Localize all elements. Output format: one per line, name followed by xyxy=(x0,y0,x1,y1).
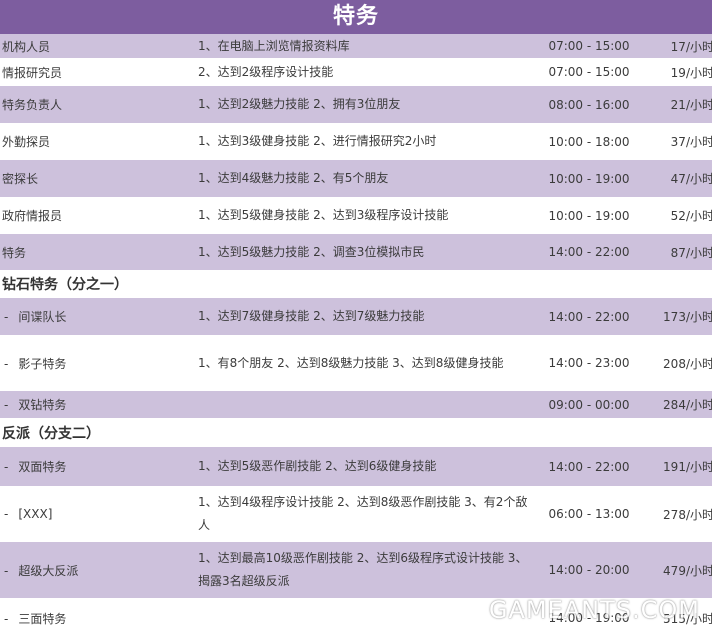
branch-title: 反派（分支二） xyxy=(0,418,712,447)
career-name: 外勤探员 xyxy=(0,123,198,160)
table-row: 机构人员 1、在电脑上浏览情报资料库 07:00 - 15:00 17/小时 xyxy=(0,34,712,58)
career-hours: 10:00 - 19:00 xyxy=(534,160,644,197)
dash-marker: - xyxy=(4,310,9,324)
career-hours: 08:00 - 16:00 xyxy=(534,86,644,123)
career-name: - 双钻特务 xyxy=(0,391,198,418)
table-row: 政府情报员 1、达到5级健身技能 2、达到3级程序设计技能 10:00 - 19… xyxy=(0,197,712,234)
career-pay: 479/小时 xyxy=(644,542,712,598)
career-name: - 间谍队长 xyxy=(0,298,198,335)
career-requirement: 1、有8个朋友 2、达到8级魅力技能 3、达到8级健身技能 xyxy=(198,335,534,391)
dash-marker: - xyxy=(4,563,9,578)
career-name: 情报研究员 xyxy=(0,58,198,86)
table-row: - 影子特务 1、有8个朋友 2、达到8级魅力技能 3、达到8级健身技能 14:0… xyxy=(0,335,712,391)
career-requirement: 2、达到2级程序设计技能 xyxy=(198,58,534,86)
career-name: - [XXX] xyxy=(0,486,198,542)
branch-heading-row: 反派（分支二） xyxy=(0,418,712,447)
page-title: 特务 xyxy=(0,0,712,34)
career-requirement xyxy=(198,598,534,638)
career-pay: 191/小时 xyxy=(644,447,712,486)
branch-heading-row: 钻石特务（分之一） xyxy=(0,270,712,298)
career-pay: 19/小时 xyxy=(644,58,712,86)
career-requirement: 1、达到5级恶作剧技能 2、达到6级健身技能 xyxy=(198,447,534,486)
career-pay: 21/小时 xyxy=(644,86,712,123)
career-pay: 278/小时 xyxy=(644,486,712,542)
dash-marker: - xyxy=(4,356,9,371)
table-row: 密探长 1、达到4级魅力技能 2、有5个朋友 10:00 - 19:00 47/… xyxy=(0,160,712,197)
career-name: 特务 xyxy=(0,234,198,270)
career-hours: 06:00 - 13:00 xyxy=(534,486,644,542)
career-hours: 14:00 - 22:00 xyxy=(534,447,644,486)
career-pay: 52/小时 xyxy=(644,197,712,234)
career-hours: 09:00 - 00:00 xyxy=(534,391,644,418)
career-name: - 超级大反派 xyxy=(0,542,198,598)
career-name: - 影子特务 xyxy=(0,335,198,391)
career-name: - 双面特务 xyxy=(0,447,198,486)
dash-marker: - xyxy=(4,507,9,521)
career-name: - 三面特务 xyxy=(0,598,198,638)
dash-marker: - xyxy=(4,611,9,626)
career-requirement: 1、达到5级魅力技能 2、调查3位模拟市民 xyxy=(198,234,534,270)
career-requirement: 1、在电脑上浏览情报资料库 xyxy=(198,34,534,58)
career-hours: 10:00 - 18:00 xyxy=(534,123,644,160)
career-requirement: 1、达到2级魅力技能 2、拥有3位朋友 xyxy=(198,86,534,123)
career-requirement: 1、达到5级健身技能 2、达到3级程序设计技能 xyxy=(198,197,534,234)
career-requirement: 1、达到7级健身技能 2、达到7级魅力技能 xyxy=(198,298,534,335)
career-hours: 10:00 - 19:00 xyxy=(534,197,644,234)
career-pay: 173/小时 xyxy=(644,298,712,335)
career-pay: 284/小时 xyxy=(644,391,712,418)
table-row: 情报研究员 2、达到2级程序设计技能 07:00 - 15:00 19/小时 xyxy=(0,58,712,86)
career-requirement: 1、达到4级程序设计技能 2、达到8级恶作剧技能 3、有2个敌人 xyxy=(198,486,534,542)
table-row: - 双面特务 1、达到5级恶作剧技能 2、达到6级健身技能 14:00 - 22:… xyxy=(0,447,712,486)
career-name: 特务负责人 xyxy=(0,86,198,123)
career-requirement xyxy=(198,391,534,418)
career-hours: 14:00 - 20:00 xyxy=(534,542,644,598)
dash-marker: - xyxy=(4,398,9,412)
branch-title: 钻石特务（分之一） xyxy=(0,270,712,298)
career-pay: 47/小时 xyxy=(644,160,712,197)
career-name: 密探长 xyxy=(0,160,198,197)
career-hours: 14:00 - 22:00 xyxy=(534,298,644,335)
watermark: GAMEANTS.COM xyxy=(488,596,700,624)
career-requirement: 1、达到4级魅力技能 2、有5个朋友 xyxy=(198,160,534,197)
career-pay: 208/小时 xyxy=(644,335,712,391)
career-pay: 87/小时 xyxy=(644,234,712,270)
career-hours: 14:00 - 22:00 xyxy=(534,234,644,270)
career-requirement: 1、达到最高10级恶作剧技能 2、达到6级程序式设计技能 3、揭露3名超级反派 xyxy=(198,542,534,598)
career-table: 机构人员 1、在电脑上浏览情报资料库 07:00 - 15:00 17/小时 情… xyxy=(0,34,712,638)
table-row: - [XXX] 1、达到4级程序设计技能 2、达到8级恶作剧技能 3、有2个敌人 … xyxy=(0,486,712,542)
table-row: 外勤探员 1、达到3级健身技能 2、进行情报研究2小时 10:00 - 18:0… xyxy=(0,123,712,160)
career-pay: 37/小时 xyxy=(644,123,712,160)
career-hours: 14:00 - 23:00 xyxy=(534,335,644,391)
table-row: - 双钻特务 09:00 - 00:00 284/小时 xyxy=(0,391,712,418)
table-row: - 间谍队长 1、达到7级健身技能 2、达到7级魅力技能 14:00 - 22:0… xyxy=(0,298,712,335)
career-pay: 17/小时 xyxy=(644,34,712,58)
table-row: - 超级大反派 1、达到最高10级恶作剧技能 2、达到6级程序式设计技能 3、揭露… xyxy=(0,542,712,598)
table-row: 特务负责人 1、达到2级魅力技能 2、拥有3位朋友 08:00 - 16:00 … xyxy=(0,86,712,123)
career-requirement: 1、达到3级健身技能 2、进行情报研究2小时 xyxy=(198,123,534,160)
dash-marker: - xyxy=(4,460,9,474)
career-name: 机构人员 xyxy=(0,34,198,58)
career-name: 政府情报员 xyxy=(0,197,198,234)
career-hours: 07:00 - 15:00 xyxy=(534,58,644,86)
career-hours: 07:00 - 15:00 xyxy=(534,34,644,58)
table-row: 特务 1、达到5级魅力技能 2、调查3位模拟市民 14:00 - 22:00 8… xyxy=(0,234,712,270)
